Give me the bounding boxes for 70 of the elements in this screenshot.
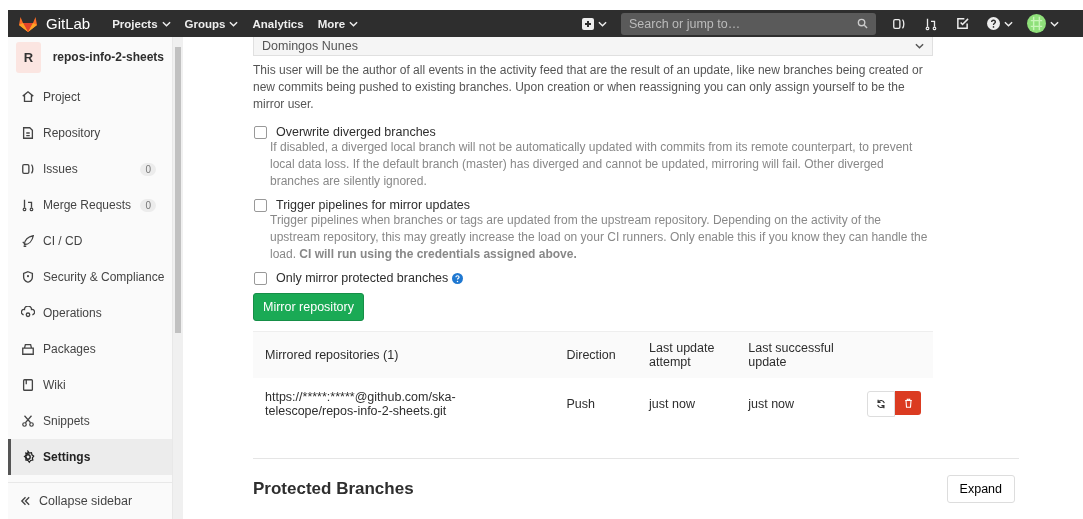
sidebar-item[interactable]: Issues 0 (8, 151, 172, 187)
sidebar-item[interactable]: Security & Compliance (8, 259, 172, 295)
section-title: Protected Branches (253, 479, 414, 499)
sidebar-item[interactable]: Snippets (8, 403, 172, 439)
home-icon (21, 90, 35, 104)
mirror-user-select[interactable]: Domingos Nunes (253, 37, 933, 56)
checkbox-label[interactable]: Overwrite diverged branches (276, 125, 436, 139)
sidebar-item[interactable]: Settings (8, 439, 172, 475)
caret-icon (1050, 20, 1059, 27)
nav-menu[interactable]: Analytics (252, 17, 304, 30)
column-header: Last update attempt (637, 331, 737, 378)
table-cell: https://*****:*****@github.com/ska-telescope/repos-info-2-sheets.git (253, 378, 555, 430)
fox-logo-icon (18, 14, 38, 33)
checkbox-label[interactable]: Only mirror protected branches (276, 271, 449, 285)
help-text: Trigger pipelines when branches or tags are updated from the upstream repository. Depending on the activity of the upstream repository, this may greatly increase the load on your CI runners. Only enable this if you know they can handle the load. CI will run using the credentials assigned above. (270, 212, 929, 263)
sidebar-item[interactable]: CI / CD (8, 223, 172, 259)
expand-button[interactable]: Expand (946, 475, 1015, 503)
trash-icon (903, 398, 913, 408)
nav-menu[interactable]: Projects (112, 17, 171, 30)
double-chevron-icon (20, 496, 31, 506)
sync-button[interactable] (867, 391, 895, 417)
sidebar-item[interactable]: Project (8, 79, 172, 115)
sidebar-item[interactable]: Operations (8, 295, 172, 331)
caret-icon (915, 43, 924, 49)
merge-icon (21, 198, 35, 212)
sidebar-item[interactable]: Merge Requests 0 (8, 187, 172, 223)
package-icon (21, 342, 35, 356)
issues-icon (892, 16, 906, 31)
project-name[interactable]: repos-info-2-sheets (52, 50, 164, 64)
brand-name[interactable]: GitLab (46, 15, 91, 32)
issues-icon (21, 162, 35, 176)
cloud-icon (21, 306, 35, 320)
checkbox[interactable] (254, 125, 267, 139)
count-badge: 0 (140, 198, 156, 212)
caret-icon (1004, 20, 1013, 27)
checkbox[interactable] (254, 198, 267, 212)
settings-icon (21, 450, 35, 464)
table-cell: just now (637, 378, 737, 430)
nav-menu[interactable]: Groups (184, 17, 239, 30)
help-text: This user will be the author of all events in the activity feed that are the result of an update, like new branches being created or new commits being pushed to existing branches. Upon creation or when reassigning you can only assign yourself to be the mirror user. (253, 62, 924, 113)
checkbox[interactable] (254, 271, 267, 285)
nav-menu[interactable]: More (317, 17, 359, 30)
shield-icon (21, 270, 35, 284)
project-avatar[interactable]: R (16, 41, 41, 73)
scissors-icon (21, 414, 35, 428)
table-cell: just now (736, 378, 855, 430)
delete-button[interactable] (895, 391, 921, 415)
column-header: Last successful update (736, 331, 855, 378)
search-field[interactable]: Search or jump to… (621, 12, 876, 35)
sidebar-item[interactable]: Packages (8, 331, 172, 367)
help-text: If disabled, a diverged local branch will not be automatically updated with commits from its remote counterpart, to prevent local data loss. If the default branch (master) has diverged and cannot be updated, mirroring will fail. Other diverged branches are silently ignored. (270, 139, 914, 190)
table-cell: Push (554, 378, 638, 430)
book-icon (21, 378, 35, 392)
caret-icon (598, 20, 607, 27)
doc-icon (21, 126, 35, 140)
search-icon (857, 17, 868, 29)
refresh-icon (876, 399, 886, 409)
merge-icon (924, 16, 938, 31)
checkbox-label[interactable]: Trigger pipelines for mirror updates (276, 198, 471, 212)
scrollbar[interactable] (173, 37, 183, 519)
plus-icon[interactable] (582, 17, 594, 30)
count-badge: 0 (140, 162, 156, 176)
todo-checkbox-icon[interactable] (956, 17, 969, 30)
sidebar-item[interactable]: Repository (8, 115, 172, 151)
collapse-sidebar-button[interactable]: Collapse sidebar (8, 482, 172, 519)
help-icon[interactable] (987, 17, 1000, 30)
sidebar-item[interactable]: Wiki (8, 367, 172, 403)
column-header: Mirrored repositories (1) (253, 331, 555, 378)
user-avatar-icon[interactable] (1027, 14, 1046, 33)
column-header: Direction (554, 331, 638, 378)
